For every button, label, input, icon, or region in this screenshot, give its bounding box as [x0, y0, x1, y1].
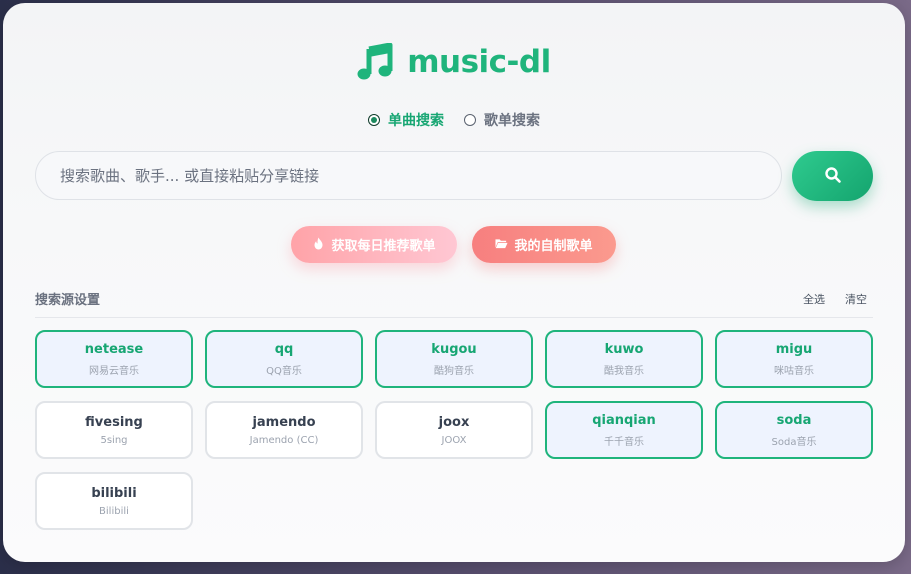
source-name: fivesing	[85, 414, 143, 430]
search-icon	[824, 166, 842, 187]
search-mode-group: 单曲搜索 歌单搜索	[3, 110, 905, 130]
source-name: kugou	[431, 341, 477, 357]
sources-section-title: 搜索源设置	[35, 293, 101, 308]
daily-recommend-button[interactable]: 获取每日推荐歌单	[291, 226, 457, 263]
my-playlist-button[interactable]: 我的自制歌单	[472, 226, 616, 263]
clear-button[interactable]: 清空	[845, 291, 867, 307]
source-subtitle: 酷我音乐	[604, 365, 644, 377]
source-name: joox	[438, 414, 470, 430]
source-card-bilibili[interactable]: bilibili Bilibili	[35, 472, 193, 530]
source-name: migu	[775, 341, 813, 357]
source-card-jamendo[interactable]: jamendo Jamendo (CC)	[205, 401, 363, 459]
radio-single-song[interactable]	[368, 114, 380, 126]
daily-recommend-label: 获取每日推荐歌单	[331, 238, 436, 253]
source-subtitle: QQ音乐	[266, 365, 302, 377]
brand-header: music-dl	[3, 43, 905, 81]
source-name: kuwo	[604, 341, 644, 357]
mode-single-song[interactable]: 单曲搜索	[368, 110, 444, 130]
main-card: music-dl 单曲搜索 歌单搜索 获取每日推荐歌单	[3, 3, 905, 562]
source-name: bilibili	[91, 485, 137, 501]
sources-grid: netease 网易云音乐 qq QQ音乐 kugou 酷狗音乐 kuwo 酷我…	[35, 330, 873, 530]
fire-icon	[312, 237, 325, 253]
search-input[interactable]	[35, 151, 782, 200]
source-name: qianqian	[592, 412, 656, 428]
source-subtitle: Soda音乐	[771, 436, 817, 448]
source-card-kuwo[interactable]: kuwo 酷我音乐	[545, 330, 703, 388]
source-card-joox[interactable]: joox JOOX	[375, 401, 533, 459]
source-subtitle: 酷狗音乐	[434, 365, 474, 377]
music-note-icon	[357, 43, 393, 81]
source-name: jamendo	[252, 414, 316, 430]
source-subtitle: 咪咕音乐	[774, 365, 814, 377]
folder-open-icon	[495, 237, 509, 253]
source-card-migu[interactable]: migu 咪咕音乐	[715, 330, 873, 388]
radio-playlist[interactable]	[464, 114, 476, 126]
source-card-fivesing[interactable]: fivesing 5sing	[35, 401, 193, 459]
mode-playlist[interactable]: 歌单搜索	[464, 110, 540, 130]
source-subtitle: 千千音乐	[604, 436, 644, 448]
search-button[interactable]	[792, 151, 873, 201]
mode-single-song-label: 单曲搜索	[388, 113, 444, 129]
source-subtitle: 5sing	[100, 434, 128, 446]
source-name: netease	[84, 341, 144, 357]
source-subtitle: 网易云音乐	[89, 365, 139, 377]
source-card-qq[interactable]: qq QQ音乐	[205, 330, 363, 388]
source-subtitle: Bilibili	[99, 505, 129, 517]
app-title: music-dl	[407, 44, 551, 80]
source-card-kugou[interactable]: kugou 酷狗音乐	[375, 330, 533, 388]
my-playlist-label: 我的自制歌单	[514, 238, 593, 253]
source-name: qq	[274, 341, 294, 357]
source-subtitle: Jamendo (CC)	[249, 434, 319, 446]
source-name: soda	[776, 412, 812, 428]
sources-actions: 全选 清空	[803, 287, 873, 307]
source-card-soda[interactable]: soda Soda音乐	[715, 401, 873, 459]
sources-section-header: 搜索源设置 全选 清空	[35, 287, 873, 318]
source-subtitle: JOOX	[441, 434, 467, 446]
source-card-qianqian[interactable]: qianqian 千千音乐	[545, 401, 703, 459]
select-all-button[interactable]: 全选	[803, 291, 825, 307]
mode-playlist-label: 歌单搜索	[484, 113, 540, 129]
source-card-netease[interactable]: netease 网易云音乐	[35, 330, 193, 388]
